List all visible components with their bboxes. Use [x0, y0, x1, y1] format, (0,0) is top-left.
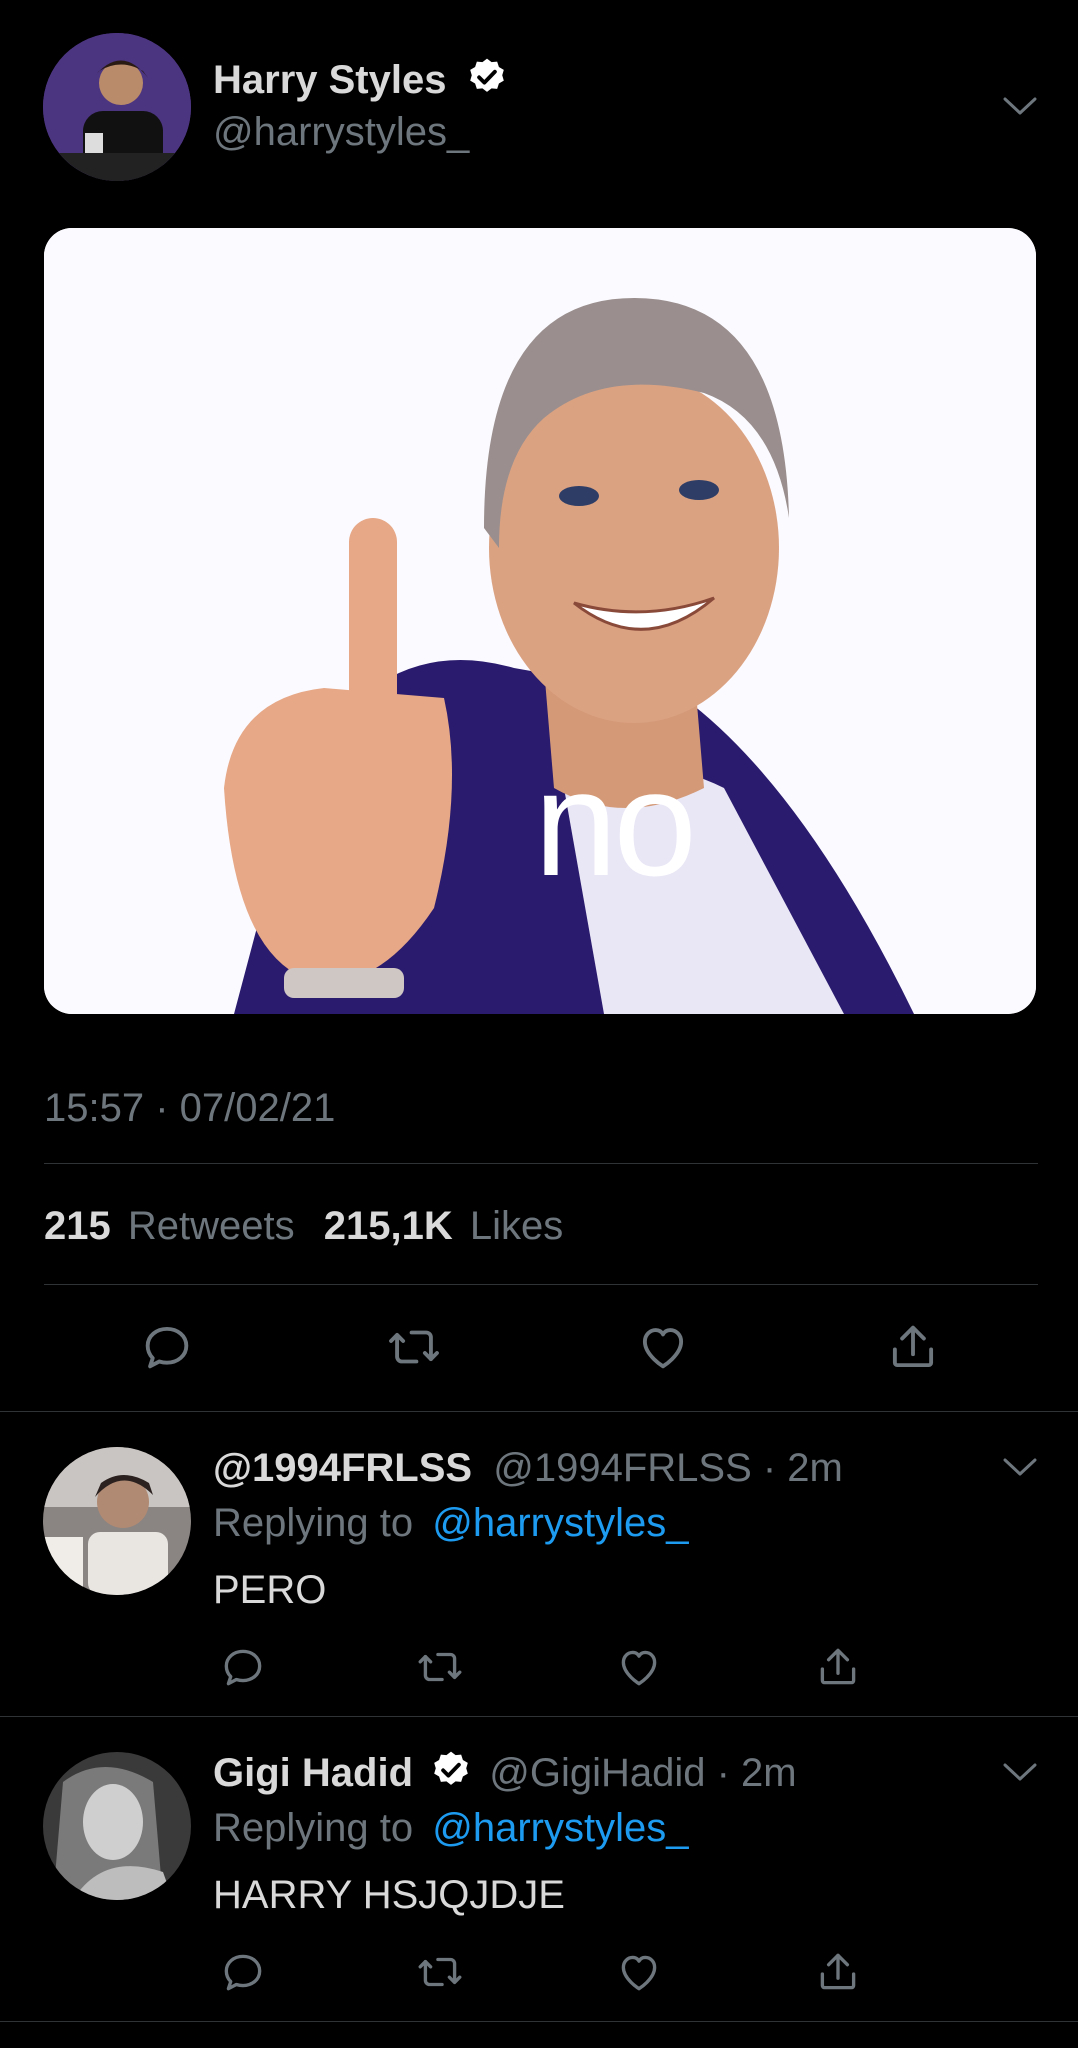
reply-handle-time[interactable]: @1994FRLSS · 2m [493, 1446, 843, 1490]
retweets-count: 215 [44, 1204, 111, 1248]
share-icon[interactable] [813, 1642, 863, 1692]
verified-badge-icon [430, 1749, 472, 1802]
verified-badge-icon [466, 56, 508, 109]
tweet-stats: 215 Retweets 215,1K Likes [44, 1202, 563, 1250]
author-name-text[interactable]: Harry Styles [213, 58, 446, 102]
tweet-media-image[interactable]: no [44, 228, 1036, 1014]
like-icon[interactable] [614, 1947, 664, 1997]
chevron-down-icon[interactable] [1002, 95, 1038, 117]
like-icon[interactable] [634, 1318, 692, 1376]
divider [44, 1284, 1038, 1285]
replying-to-link[interactable]: @harrystyles_ [432, 1501, 688, 1545]
author-avatar[interactable] [43, 33, 191, 181]
reply-icon[interactable] [138, 1318, 196, 1376]
tweet-timestamp[interactable]: 15:57 · 07/02/21 [44, 1084, 335, 1132]
replying-to: Replying to @harrystyles_ [213, 1804, 688, 1852]
divider [0, 2021, 1078, 2022]
retweets-stat[interactable]: 215 Retweets [44, 1204, 306, 1248]
reply-icon[interactable] [218, 1947, 268, 1997]
like-icon[interactable] [614, 1642, 664, 1692]
chevron-down-icon[interactable] [1002, 1456, 1038, 1478]
author-handle[interactable]: @harrystyles_ [213, 108, 469, 156]
chevron-down-icon[interactable] [1002, 1761, 1038, 1783]
replying-to-link[interactable]: @harrystyles_ [432, 1806, 688, 1850]
reply-avatar[interactable] [43, 1752, 191, 1900]
reply-header: Gigi Hadid @GigiHadid · 2m [213, 1749, 797, 1802]
reply-handle-time[interactable]: @GigiHadid · 2m [489, 1751, 796, 1795]
retweets-label: Retweets [127, 1204, 295, 1248]
divider [44, 1163, 1038, 1164]
share-icon[interactable] [884, 1318, 942, 1376]
retweet-icon[interactable] [414, 1642, 466, 1692]
likes-count: 215,1K [323, 1204, 453, 1248]
likes-label: Likes [469, 1204, 564, 1248]
media-caption-text: no [534, 739, 697, 907]
reply-display-name[interactable]: Gigi Hadid [213, 1751, 413, 1795]
retweet-icon[interactable] [414, 1947, 466, 1997]
share-icon[interactable] [813, 1947, 863, 1997]
replying-prefix: Replying to [213, 1501, 414, 1545]
likes-stat[interactable]: 215,1K Likes [324, 1204, 564, 1248]
reply-text: PERO [213, 1568, 327, 1612]
divider [0, 1411, 1078, 1412]
reply-text: HARRY HSJQJDJE [213, 1873, 565, 1917]
author-display-name[interactable]: Harry Styles [213, 56, 508, 109]
reply-avatar[interactable] [43, 1447, 191, 1595]
replying-to: Replying to @harrystyles_ [213, 1499, 688, 1547]
replying-prefix: Replying to [213, 1806, 414, 1850]
reply-icon[interactable] [218, 1642, 268, 1692]
reply-header: @1994FRLSS @1994FRLSS · 2m [213, 1444, 843, 1492]
reply-display-name[interactable]: @1994FRLSS [213, 1446, 472, 1490]
divider [0, 1716, 1078, 1717]
retweet-icon[interactable] [384, 1318, 444, 1376]
